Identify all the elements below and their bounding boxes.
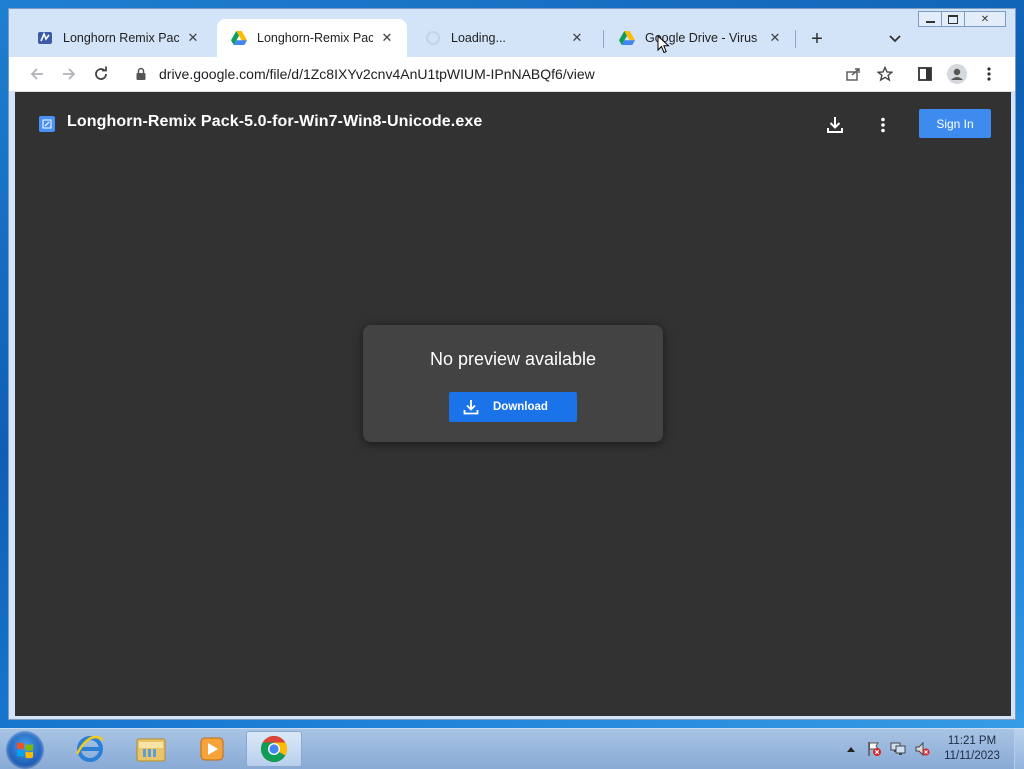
tab-search-chevron-down-icon[interactable] <box>885 29 905 49</box>
profile-avatar-icon[interactable] <box>945 62 969 86</box>
executable-file-icon <box>39 116 55 132</box>
address-bar[interactable]: drive.google.com/file/d/1Zc8IXYv2cnv4AnU… <box>127 60 887 88</box>
mouse-pointer-icon <box>657 35 670 54</box>
tab-longhorn-remix-pack[interactable]: Longhorn Remix Pack fo ✕ <box>23 19 213 57</box>
minimize-button[interactable] <box>918 11 942 27</box>
clock-date: 11/11/2023 <box>944 750 1000 762</box>
lock-icon[interactable] <box>133 67 149 81</box>
tab-separator <box>795 30 796 48</box>
window-controls: ✕ <box>918 11 1006 28</box>
clock-time: 11:21 PM <box>947 735 997 747</box>
taskbar-windows-explorer[interactable] <box>123 731 179 767</box>
download-button[interactable]: Download <box>449 392 577 422</box>
bookmark-star-icon[interactable] <box>873 62 897 86</box>
folder-icon <box>136 738 166 762</box>
back-button[interactable] <box>25 62 49 86</box>
forward-button[interactable] <box>57 62 81 86</box>
taskbar-internet-explorer[interactable] <box>62 731 118 767</box>
download-icon <box>461 399 481 415</box>
taskbar-google-chrome[interactable] <box>246 731 302 767</box>
viewer-header: Longhorn-Remix Pack-5.0-for-Win7-Win8-Un… <box>15 92 1011 156</box>
url-text[interactable]: drive.google.com/file/d/1Zc8IXYv2cnv4AnU… <box>159 66 595 82</box>
tab-close-icon[interactable]: ✕ <box>569 30 585 46</box>
tab-close-icon[interactable]: ✕ <box>185 30 201 46</box>
minimize-icon <box>925 20 935 23</box>
no-preview-dialog: No preview available Download <box>363 325 663 442</box>
tab-title: Loading... <box>451 31 506 45</box>
windows-logo-icon <box>17 742 33 759</box>
file-name-title: Longhorn-Remix Pack-5.0-for-Win7-Win8-Un… <box>67 113 483 130</box>
sign-in-button[interactable]: Sign In <box>919 109 991 138</box>
show-desktop-button[interactable] <box>1014 729 1024 769</box>
close-window-button[interactable]: ✕ <box>964 11 1006 27</box>
action-center-flag-icon[interactable] <box>866 741 882 757</box>
forward-arrow-icon <box>63 68 76 80</box>
internet-explorer-icon <box>75 735 104 762</box>
new-tab-button[interactable]: + <box>805 27 829 51</box>
browser-menu-icon[interactable] <box>977 62 1001 86</box>
download-button-label: Download <box>493 401 548 413</box>
more-options-icon[interactable] <box>870 112 896 138</box>
google-drive-icon <box>619 30 635 46</box>
tab-close-icon[interactable]: ✕ <box>767 30 783 46</box>
download-icon[interactable] <box>822 112 848 138</box>
back-arrow-icon <box>30 68 43 80</box>
google-drive-icon <box>231 30 247 46</box>
maximize-button[interactable] <box>941 11 965 27</box>
google-chrome-icon <box>260 735 288 763</box>
taskbar-windows-media-player[interactable] <box>184 731 240 767</box>
maximize-icon <box>948 14 958 24</box>
tab-title: Longhorn-Remix Pack-5 <box>257 31 373 45</box>
volume-muted-icon[interactable] <box>914 741 930 757</box>
show-hidden-icons-icon[interactable] <box>843 741 859 757</box>
start-button[interactable] <box>6 731 44 769</box>
loading-spinner-icon <box>425 30 441 46</box>
share-icon[interactable] <box>841 62 865 86</box>
media-player-icon <box>200 737 224 761</box>
reload-icon <box>95 66 107 80</box>
browser-window: Longhorn Remix Pack fo ✕ Longhorn-Remix … <box>8 8 1016 720</box>
system-clock[interactable]: 11:21 PM 11/11/2023 <box>936 734 1008 764</box>
longhorn-favicon-icon <box>37 30 53 46</box>
no-preview-message: No preview available <box>429 349 597 369</box>
tab-longhorn-remix-pack-drive[interactable]: Longhorn-Remix Pack-5 ✕ <box>217 19 407 57</box>
network-icon[interactable] <box>890 741 906 757</box>
tab-title: Longhorn Remix Pack fo <box>63 31 179 45</box>
tab-separator <box>603 30 604 48</box>
drive-file-viewer: Longhorn-Remix Pack-5.0-for-Win7-Win8-Un… <box>15 92 1011 716</box>
windows-taskbar: 11:21 PM 11/11/2023 <box>0 728 1024 769</box>
tab-strip: Longhorn Remix Pack fo ✕ Longhorn-Remix … <box>9 9 1015 57</box>
tab-close-icon[interactable]: ✕ <box>379 30 395 46</box>
reload-button[interactable] <box>89 62 113 86</box>
tab-loading[interactable]: Loading... ✕ <box>411 19 597 57</box>
tab-google-drive-virus-scan[interactable]: Google Drive - Virus sca ✕ <box>605 19 795 57</box>
browser-toolbar: drive.google.com/file/d/1Zc8IXYv2cnv4AnU… <box>9 57 1015 92</box>
side-panel-icon[interactable] <box>913 62 937 86</box>
